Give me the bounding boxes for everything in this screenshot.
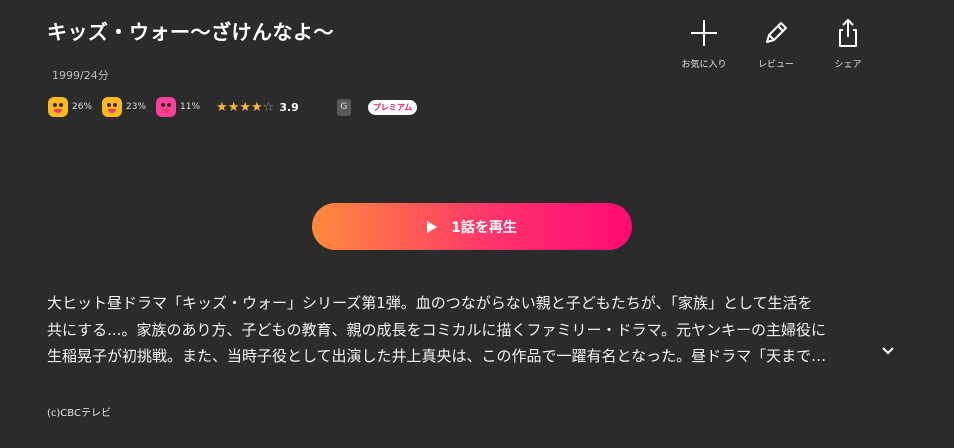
ratings-row: 26% 23% 11% ★ ★ ★ ★ ☆ 3.9 G プレミアム <box>48 96 418 118</box>
star-rating: ★ ★ ★ ★ ☆ <box>216 101 274 114</box>
description-line: 共にする...。家族のあり方、子どもの教育、親の成長をコミカルに描くファミリー・… <box>47 320 827 339</box>
play-episode-button[interactable]: 1話を再生 <box>312 203 632 250</box>
release-info: 1999/24分 <box>52 69 109 82</box>
favorite-button[interactable]: お気に入り <box>669 18 739 70</box>
description: 大ヒット昼ドラマ「キッズ・ウォー」シリーズ第1弾。血のつながらない親と子どもたち… <box>47 290 877 370</box>
star-icon: ★ <box>216 99 228 115</box>
age-grade-badge: G <box>336 98 351 116</box>
expand-description-button[interactable] <box>880 343 896 359</box>
play-button-label: 1話を再生 <box>451 219 517 236</box>
premium-badge: プレミアム <box>367 99 418 115</box>
star-empty-icon: ☆ <box>262 99 275 115</box>
star-icon: ★ <box>239 99 252 115</box>
share-label: シェア <box>834 60 862 70</box>
copyright: (c)CBCテレビ <box>47 408 111 419</box>
star-icon: ★ <box>227 99 240 115</box>
pencil-icon <box>766 22 787 43</box>
description-line: 大ヒット昼ドラマ「キッズ・ウォー」シリーズ第1弾。血のつながらない親と子どもたち… <box>47 294 813 312</box>
star-half-icon: ★ <box>251 99 263 115</box>
surprised-face-icon[interactable] <box>48 97 68 117</box>
favorite-label: お気に入り <box>681 60 727 70</box>
reaction-percent: 23% <box>126 102 147 112</box>
description-line: 生稲晃子が初挑戦。また、当時子役として出演した井上真央は、この作品で一躍有名とな… <box>47 347 827 365</box>
share-icon <box>839 19 857 47</box>
heart-eyes-face-icon[interactable] <box>156 97 177 117</box>
play-icon <box>427 220 438 233</box>
reaction-percent: 11% <box>180 102 201 112</box>
share-button[interactable]: シェア <box>813 18 883 70</box>
page-title: キッズ・ウォー〜ざけんなよ〜 <box>47 20 334 44</box>
chevron-down-icon <box>882 347 894 355</box>
review-label: レビュー <box>757 60 794 70</box>
rating-score: 3.9 <box>279 100 299 114</box>
laughing-face-icon[interactable] <box>102 97 123 117</box>
reaction-percent: 26% <box>72 102 93 112</box>
review-button[interactable]: レビュー <box>741 18 811 70</box>
plus-icon <box>691 20 717 46</box>
